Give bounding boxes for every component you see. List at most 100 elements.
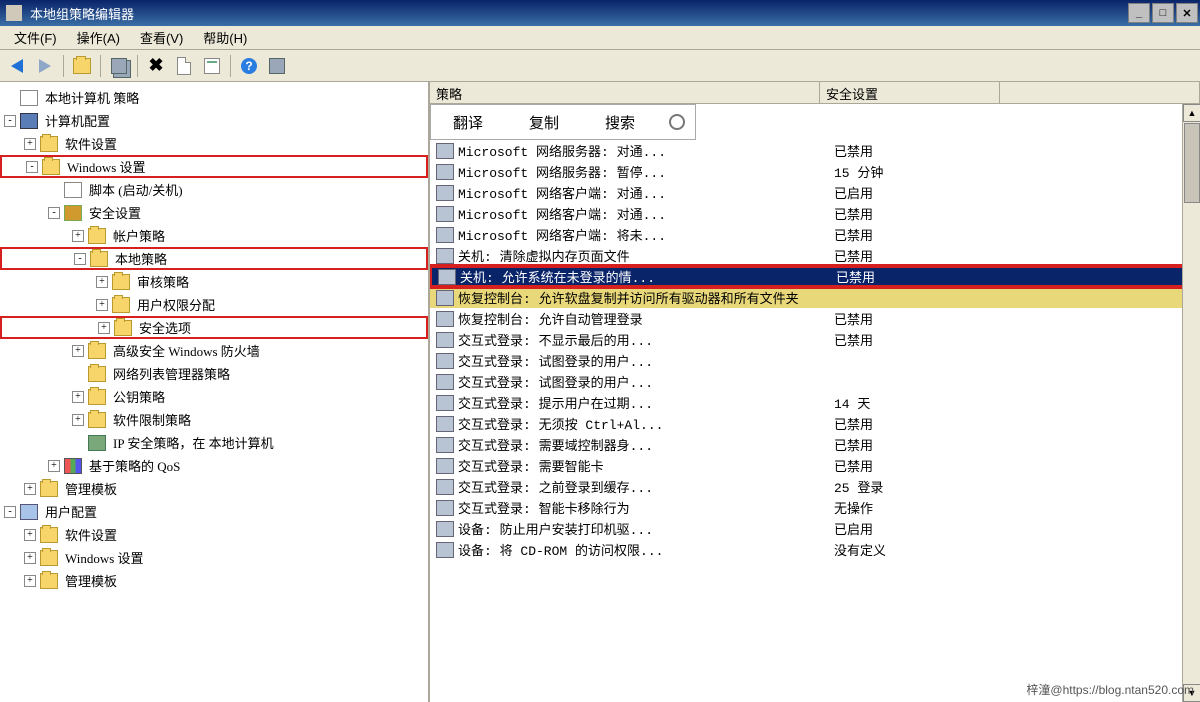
separator [230,55,231,77]
expand-icon[interactable]: + [72,230,84,242]
policy-row[interactable]: 交互式登录: 智能卡移除行为无操作 [430,497,1200,518]
col-policy[interactable]: 策略 [430,82,820,103]
menu-help[interactable]: 帮助(H) [193,26,257,49]
tree-security-options[interactable]: +安全选项 [0,316,428,339]
tree-pubkey[interactable]: +公钥策略 [0,385,428,408]
delete-button[interactable]: ✖ [143,53,169,79]
tree-account-policy[interactable]: +帐户策略 [0,224,428,247]
tree-computer-config[interactable]: - 计算机配置 [0,109,428,132]
search-button[interactable]: 搜索 [593,108,647,137]
expand-icon[interactable]: + [24,552,36,564]
separator [100,55,101,77]
expand-icon[interactable]: + [98,322,110,334]
forward-button[interactable] [32,53,58,79]
policy-row[interactable]: 交互式登录: 不显示最后的用...已禁用 [430,329,1200,350]
help-button[interactable]: ? [236,53,262,79]
tree-windows-settings-u[interactable]: +Windows 设置 [0,546,428,569]
collapse-icon[interactable]: - [74,253,86,265]
policy-row[interactable]: 交互式登录: 需要智能卡已禁用 [430,455,1200,476]
policy-row[interactable]: 恢复控制台: 允许软盘复制并访问所有驱动器和所有文件夹 [430,287,1200,308]
policy-row[interactable]: 设备: 将 CD-ROM 的访问权限...没有定义 [430,539,1200,560]
policy-row[interactable]: 恢复控制台: 允许自动管理登录已禁用 [430,308,1200,329]
tree-user-config[interactable]: - 用户配置 [0,500,428,523]
collapse-icon[interactable]: - [4,115,16,127]
folder-icon [88,228,106,244]
window-title: 本地组策略编辑器 [26,4,1126,23]
tree-software-settings-u[interactable]: +软件设置 [0,523,428,546]
tree-root[interactable]: 本地计算机 策略 [0,86,428,109]
copy-button[interactable]: 复制 [517,108,571,137]
policy-name: 交互式登录: 试图登录的用户... [458,351,830,370]
collapse-icon[interactable]: - [4,506,16,518]
tree-admin-templates-u[interactable]: +管理模板 [0,569,428,592]
menu-action[interactable]: 操作(A) [67,26,130,49]
translate-button[interactable]: 翻译 [441,108,495,137]
tree-admin-templates[interactable]: +管理模板 [0,477,428,500]
tree-audit-policy[interactable]: +审核策略 [0,270,428,293]
tree-soft-restrict[interactable]: +软件限制策略 [0,408,428,431]
close-button[interactable]: ✕ [1176,3,1198,23]
expand-icon[interactable]: + [72,391,84,403]
tree-scripts[interactable]: 脚本 (启动/关机) [0,178,428,201]
menu-view[interactable]: 查看(V) [130,26,193,49]
minimize-button[interactable]: _ [1128,3,1150,23]
up-button[interactable] [69,53,95,79]
tree-adv-firewall[interactable]: +高级安全 Windows 防火墙 [0,339,428,362]
policy-row[interactable]: 交互式登录: 试图登录的用户... [430,371,1200,392]
folder-icon [112,297,130,313]
col-security[interactable]: 安全设置 [820,82,1000,103]
policy-row[interactable]: Microsoft 网络客户端: 对通...已启用 [430,182,1200,203]
show-hide-button[interactable] [106,53,132,79]
tree-label: 网络列表管理器策略 [110,363,233,384]
expand-icon[interactable]: + [72,414,84,426]
policy-icon [436,332,454,348]
expand-icon[interactable]: + [24,138,36,150]
gear-icon[interactable] [669,114,685,130]
refresh-button[interactable] [264,53,290,79]
policy-value: 已禁用 [830,246,1010,265]
tree-software-settings[interactable]: +软件设置 [0,132,428,155]
maximize-button[interactable]: □ [1152,3,1174,23]
policy-row[interactable]: 设备: 防止用户安装打印机驱...已启用 [430,518,1200,539]
tree-label: 用户配置 [42,501,100,522]
scroll-up-button[interactable]: ▲ [1183,104,1200,122]
policy-row[interactable]: Microsoft 网络服务器: 暂停...15 分钟 [430,161,1200,182]
tree-local-policy[interactable]: -本地策略 [0,247,428,270]
expand-icon[interactable]: + [72,345,84,357]
tree-windows-settings[interactable]: -Windows 设置 [0,155,428,178]
policy-row[interactable]: 关机: 允许系统在未登录的情...已禁用 [430,266,1200,287]
policy-row[interactable]: 交互式登录: 需要域控制器身...已禁用 [430,434,1200,455]
scrollbar-vertical[interactable]: ▲ ▼ [1182,104,1200,702]
back-button[interactable] [4,53,30,79]
policy-row[interactable]: Microsoft 网络客户端: 对通...已禁用 [430,203,1200,224]
tree-security-settings[interactable]: -安全设置 [0,201,428,224]
tree-label: 计算机配置 [42,110,113,131]
collapse-icon[interactable]: - [48,207,60,219]
separator [63,55,64,77]
menu-file[interactable]: 文件(F) [4,26,67,49]
expand-icon[interactable]: + [96,299,108,311]
policy-row[interactable]: 交互式登录: 试图登录的用户... [430,350,1200,371]
tree-ipsec[interactable]: IP 安全策略，在 本地计算机 [0,431,428,454]
collapse-icon[interactable]: - [26,161,38,173]
list-header: 策略 安全设置 [430,82,1200,104]
tree-policy-qos[interactable]: +基于策略的 QoS [0,454,428,477]
policy-row[interactable]: 关机: 清除虚拟内存页面文件已禁用 [430,245,1200,266]
col-extra[interactable] [1000,82,1200,103]
scroll-thumb[interactable] [1184,123,1200,203]
tree-user-rights[interactable]: +用户权限分配 [0,293,428,316]
expand-icon[interactable]: + [96,276,108,288]
export-button[interactable] [199,53,225,79]
policy-row[interactable]: Microsoft 网络服务器: 对通...已禁用 [430,140,1200,161]
policy-row[interactable]: Microsoft 网络客户端: 将未...已禁用 [430,224,1200,245]
tree-panel[interactable]: 本地计算机 策略 - 计算机配置 +软件设置 -Windows 设置 脚本 (启动… [0,82,430,702]
properties-button[interactable] [171,53,197,79]
expand-icon[interactable]: + [24,575,36,587]
policy-row[interactable]: 交互式登录: 之前登录到缓存...25 登录 [430,476,1200,497]
policy-row[interactable]: 交互式登录: 提示用户在过期...14 天 [430,392,1200,413]
expand-icon[interactable]: + [24,529,36,541]
tree-netlist-mgr[interactable]: 网络列表管理器策略 [0,362,428,385]
expand-icon[interactable]: + [24,483,36,495]
policy-row[interactable]: 交互式登录: 无须按 Ctrl+Al...已禁用 [430,413,1200,434]
expand-icon[interactable]: + [48,460,60,472]
